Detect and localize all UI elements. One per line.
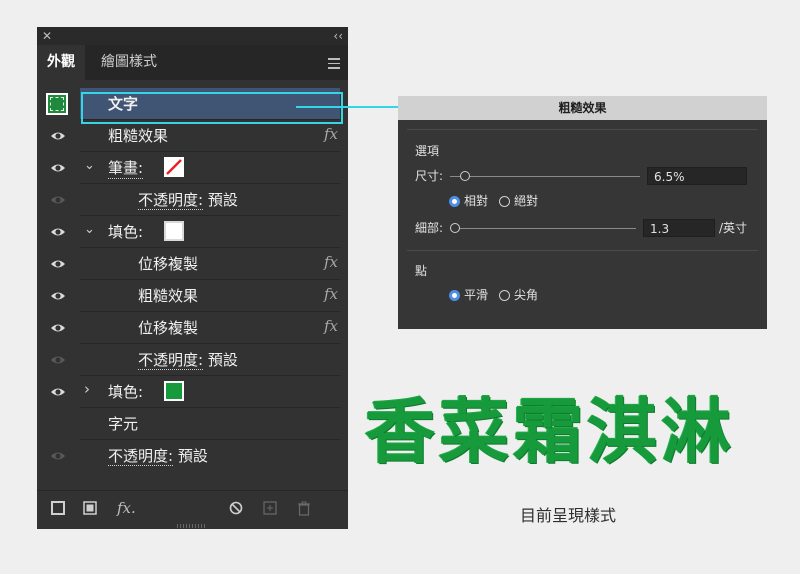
row-value: 預設 xyxy=(207,351,238,369)
size-slider-handle[interactable] xyxy=(460,171,470,181)
detail-value-field[interactable]: 1.3 xyxy=(643,219,715,237)
eye-icon[interactable] xyxy=(47,383,69,401)
panel-bottom-toolbar: fx. xyxy=(37,490,348,529)
size-value-field[interactable]: 6.5% xyxy=(647,167,747,185)
roughen-dialog: 粗糙效果 選項 尺寸: 6.5% 相對 絕對 細部: 1.3 /英寸 點 平滑 … xyxy=(398,96,767,329)
thumbnail-icon xyxy=(46,93,68,115)
relative-radio[interactable] xyxy=(449,196,460,207)
add-effect-fx-icon[interactable]: fx. xyxy=(117,499,136,517)
fx-icon[interactable]: fx xyxy=(324,317,338,335)
row-value: 預設 xyxy=(207,191,238,209)
appearance-row-opacity[interactable]: 不透明度: 預設 xyxy=(37,344,348,376)
corner-radio[interactable] xyxy=(499,290,510,301)
panel-menu-icon[interactable] xyxy=(328,58,340,72)
fill-white-swatch[interactable] xyxy=(164,221,184,241)
options-heading: 選項 xyxy=(415,144,440,158)
detail-slider-handle[interactable] xyxy=(450,223,460,233)
row-label: 粗糙效果 xyxy=(138,287,199,305)
collapse-icon[interactable]: ‹‹ xyxy=(333,28,343,44)
expand-chevron-icon[interactable]: ⌄ xyxy=(84,222,95,237)
row-label: 填色: xyxy=(108,383,144,401)
row-label: 位移複製 xyxy=(138,319,199,337)
detail-unit: /英寸 xyxy=(719,221,748,235)
row-label[interactable]: 筆畫: xyxy=(108,158,144,179)
row-label[interactable]: 不透明度: xyxy=(108,447,174,466)
row-label[interactable]: 不透明度: xyxy=(138,351,204,370)
appearance-row-effect[interactable]: 位移複製 fx xyxy=(37,248,348,280)
eye-icon[interactable] xyxy=(47,223,69,241)
appearance-row-effect[interactable]: 位移複製 fx xyxy=(37,312,348,344)
panel-tabs: 外觀 繪圖樣式 xyxy=(37,45,348,80)
appearance-row-effect[interactable]: 粗糙效果 fx xyxy=(37,120,348,152)
selection-highlight-box xyxy=(81,92,343,124)
row-label: 字元 xyxy=(108,415,139,433)
eye-icon-disabled[interactable] xyxy=(47,447,69,465)
fx-icon[interactable]: fx xyxy=(324,253,338,271)
appearance-row-opacity[interactable]: 不透明度: 預設 xyxy=(37,184,348,216)
size-slider[interactable] xyxy=(450,176,640,177)
row-label: 填色: xyxy=(108,223,144,241)
resize-grip[interactable] xyxy=(177,524,207,528)
tab-graphic-styles[interactable]: 繪圖樣式 xyxy=(89,45,169,80)
expand-chevron-icon[interactable]: › xyxy=(84,380,90,398)
expand-chevron-icon[interactable]: ⌄ xyxy=(84,158,95,173)
row-value: 預設 xyxy=(177,447,208,465)
absolute-label[interactable]: 絕對 xyxy=(514,193,538,209)
divider xyxy=(407,250,758,251)
tab-appearance[interactable]: 外觀 xyxy=(37,45,85,80)
eye-icon-disabled[interactable] xyxy=(47,191,69,209)
appearance-row-fill[interactable]: ⌄ 填色: xyxy=(37,216,348,248)
eye-icon[interactable] xyxy=(47,127,69,145)
dialog-title: 粗糙效果 xyxy=(398,96,767,120)
absolute-radio[interactable] xyxy=(499,196,510,207)
eye-icon[interactable] xyxy=(47,287,69,305)
stroke-none-swatch[interactable] xyxy=(164,157,184,177)
add-stroke-icon[interactable] xyxy=(51,501,65,519)
relative-label[interactable]: 相對 xyxy=(464,193,488,209)
fx-icon[interactable]: fx xyxy=(324,285,338,303)
preview-caption: 目前呈現樣式 xyxy=(520,506,617,525)
smooth-label[interactable]: 平滑 xyxy=(464,287,488,303)
eye-icon-disabled[interactable] xyxy=(47,351,69,369)
divider xyxy=(407,129,758,130)
appearance-row-stroke[interactable]: ⌄ 筆畫: xyxy=(37,152,348,184)
add-fill-icon[interactable] xyxy=(83,501,97,519)
size-label: 尺寸: xyxy=(415,169,444,183)
close-icon[interactable]: ✕ xyxy=(42,28,52,44)
appearance-row-fill[interactable]: › 填色: xyxy=(37,376,348,408)
preview-artwork-text: 香菜霜淇淋 xyxy=(365,390,735,473)
corner-label[interactable]: 尖角 xyxy=(514,287,538,303)
row-label: 粗糙效果 xyxy=(108,127,169,145)
eye-icon[interactable] xyxy=(47,319,69,337)
appearance-row-characters[interactable]: 字元 xyxy=(37,408,348,440)
smooth-radio[interactable] xyxy=(449,290,460,301)
eye-icon[interactable] xyxy=(47,255,69,273)
row-label: 位移複製 xyxy=(138,255,199,273)
appearance-row-effect[interactable]: 粗糙效果 fx xyxy=(37,280,348,312)
fx-icon[interactable]: fx xyxy=(324,125,338,143)
points-heading: 點 xyxy=(415,264,428,278)
delete-trash-icon[interactable] xyxy=(297,501,311,520)
duplicate-item-icon[interactable] xyxy=(263,501,277,519)
detail-label: 細部: xyxy=(415,221,444,235)
detail-slider[interactable] xyxy=(450,228,636,229)
clear-appearance-icon[interactable] xyxy=(229,501,243,519)
eye-icon[interactable] xyxy=(47,159,69,177)
row-label[interactable]: 不透明度: xyxy=(138,191,204,210)
fill-green-swatch[interactable] xyxy=(164,381,184,401)
appearance-row-opacity[interactable]: 不透明度: 預設 xyxy=(37,440,348,472)
panel-title-bar: ✕ ‹‹ xyxy=(37,27,348,45)
